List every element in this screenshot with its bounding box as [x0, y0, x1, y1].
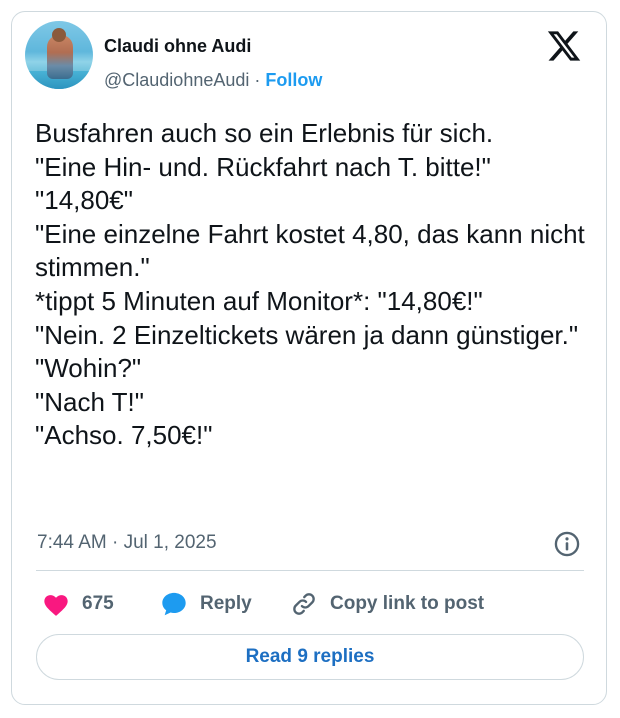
post-text: Busfahren auch so ein Erlebnis für sich.… — [35, 118, 585, 451]
action-bar: 675 Reply Copy link to post — [36, 586, 586, 622]
author-handle-row: @ClaudiohneAudi · Follow — [104, 70, 322, 91]
author-name[interactable]: Claudi ohne Audi — [104, 36, 251, 57]
post-timestamp[interactable]: 7:44 AM · Jul 1, 2025 — [37, 532, 217, 554]
follow-button[interactable]: Follow — [265, 70, 322, 90]
reply-label: Reply — [200, 593, 252, 614]
copy-link-button[interactable]: Copy link to post — [290, 586, 484, 622]
speech-bubble-icon — [162, 592, 186, 616]
author-handle[interactable]: @ClaudiohneAudi — [104, 70, 249, 90]
separator-dot: · — [254, 70, 261, 90]
copy-link-label: Copy link to post — [330, 593, 485, 614]
like-button[interactable]: 675 — [42, 586, 114, 622]
read-replies-button[interactable]: Read 9 replies — [36, 634, 584, 680]
heart-icon — [44, 595, 68, 616]
link-icon — [293, 593, 315, 615]
avatar[interactable] — [25, 21, 93, 89]
divider — [36, 570, 584, 571]
avatar-head — [52, 28, 66, 42]
like-count: 675 — [82, 593, 114, 614]
info-icon[interactable] — [553, 530, 581, 558]
x-logo-icon[interactable] — [546, 28, 582, 64]
reply-button[interactable]: Reply — [160, 586, 252, 622]
